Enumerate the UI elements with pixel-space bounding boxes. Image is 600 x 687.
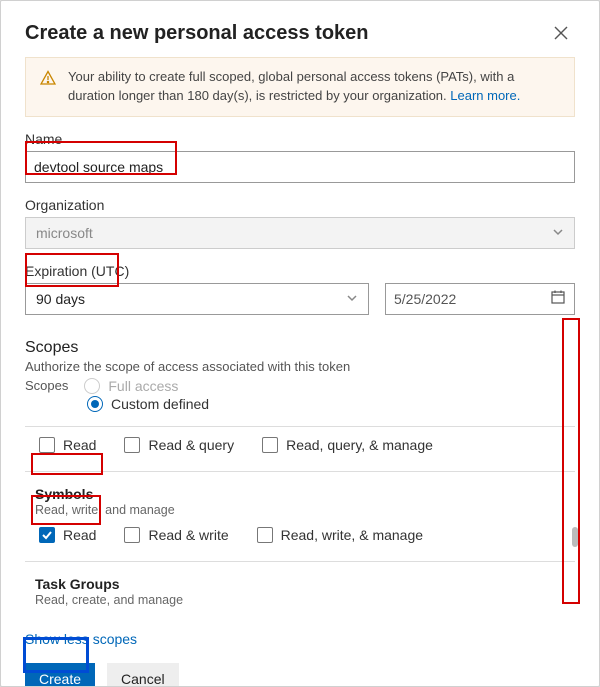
radio-full-access-label: Full access xyxy=(108,378,178,394)
symbols-scope-row: Read Read & write Read, write, & manage xyxy=(25,517,575,553)
show-less-scopes-link[interactable]: Show less scopes xyxy=(25,631,575,647)
checkbox-checked xyxy=(39,527,55,543)
chevron-down-icon xyxy=(346,291,358,307)
radio-custom-defined[interactable] xyxy=(87,396,103,412)
scopes-section: Scopes Authorize the scope of access ass… xyxy=(25,339,575,647)
dialog-footer: Create Cancel xyxy=(1,647,599,687)
task-groups-section: Task Groups Read, create, and manage xyxy=(25,562,575,617)
expiration-label: Expiration (UTC) xyxy=(25,263,575,279)
symbols-sub: Read, write, and manage xyxy=(35,503,575,517)
task-groups-title: Task Groups xyxy=(35,576,575,592)
generic-scope-row: Read Read & query Read, query, & manage xyxy=(25,427,575,463)
name-label: Name xyxy=(25,131,575,147)
expiration-duration-value: 90 days xyxy=(36,291,85,307)
scope-mode-row2: Custom defined xyxy=(87,396,575,412)
close-icon xyxy=(553,25,569,41)
expiration-date-value: 5/25/2022 xyxy=(394,291,456,307)
org-select[interactable]: microsoft xyxy=(25,217,575,249)
close-button[interactable] xyxy=(547,19,575,47)
create-button[interactable]: Create xyxy=(25,663,95,687)
warning-icon xyxy=(40,70,56,106)
symbols-section: Symbols Read, write, and manage xyxy=(25,472,575,517)
symbols-read-write[interactable]: Read & write xyxy=(124,527,228,543)
org-value: microsoft xyxy=(36,225,93,241)
scopes-desc: Authorize the scope of access associated… xyxy=(25,359,575,374)
scrollbar-thumb[interactable] xyxy=(572,527,578,547)
opt-read-query[interactable]: Read & query xyxy=(124,437,234,453)
expiration-date-input[interactable]: 5/25/2022 xyxy=(385,283,575,315)
task-groups-sub: Read, create, and manage xyxy=(35,593,575,607)
radio-custom-label: Custom defined xyxy=(111,396,209,412)
org-label: Organization xyxy=(25,197,575,213)
symbols-read-write-manage[interactable]: Read, write, & manage xyxy=(257,527,423,543)
restriction-banner: Your ability to create full scoped, glob… xyxy=(25,57,575,117)
opt-read[interactable]: Read xyxy=(39,437,96,453)
pat-dialog: Create a new personal access token Your … xyxy=(0,0,600,687)
chevron-down-icon xyxy=(552,225,564,241)
banner-text: Your ability to create full scoped, glob… xyxy=(68,68,560,106)
symbols-title: Symbols xyxy=(35,486,575,502)
expiration-duration-select[interactable]: 90 days xyxy=(25,283,369,315)
banner-msg: Your ability to create full scoped, glob… xyxy=(68,69,514,103)
dialog-title: Create a new personal access token xyxy=(25,22,369,45)
scopes-heading: Scopes xyxy=(25,339,575,357)
radio-full-access[interactable] xyxy=(84,378,100,394)
cancel-button[interactable]: Cancel xyxy=(107,663,179,687)
learn-more-link[interactable]: Learn more. xyxy=(450,88,520,103)
symbols-read[interactable]: Read xyxy=(39,527,96,543)
name-input[interactable] xyxy=(25,151,575,183)
scope-mode-row: Scopes Full access xyxy=(25,378,575,394)
dialog-header: Create a new personal access token xyxy=(1,1,599,57)
opt-read-query-manage[interactable]: Read, query, & manage xyxy=(262,437,433,453)
scopes-mini-label: Scopes xyxy=(25,378,68,393)
calendar-icon xyxy=(550,289,566,308)
